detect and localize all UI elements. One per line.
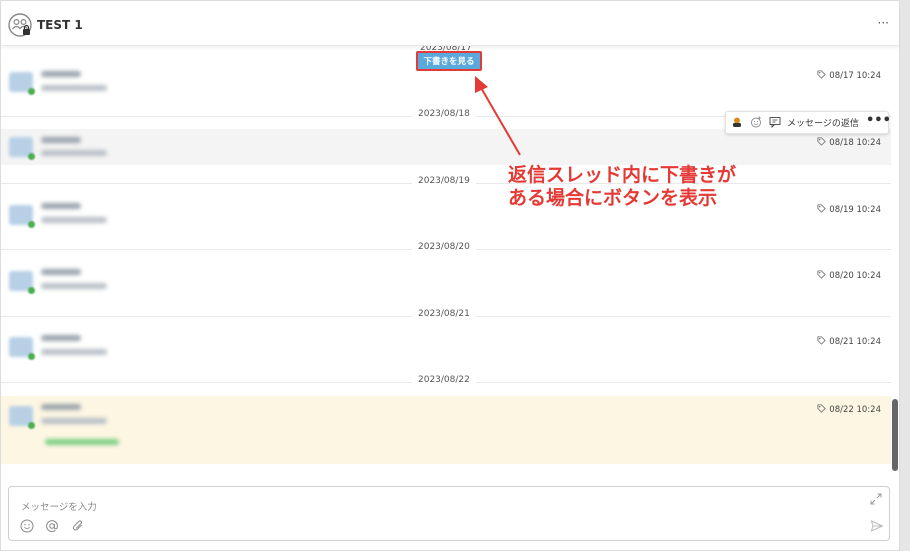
annotation-line-1: 返信スレッド内に下書きが bbox=[508, 164, 737, 186]
annotation-arrow bbox=[475, 76, 521, 156]
annotation-text: 返信スレッド内に下書きが ある場合にボタンを表示 bbox=[508, 164, 808, 210]
annotation-line-2: ある場合にボタンを表示 bbox=[508, 187, 718, 209]
